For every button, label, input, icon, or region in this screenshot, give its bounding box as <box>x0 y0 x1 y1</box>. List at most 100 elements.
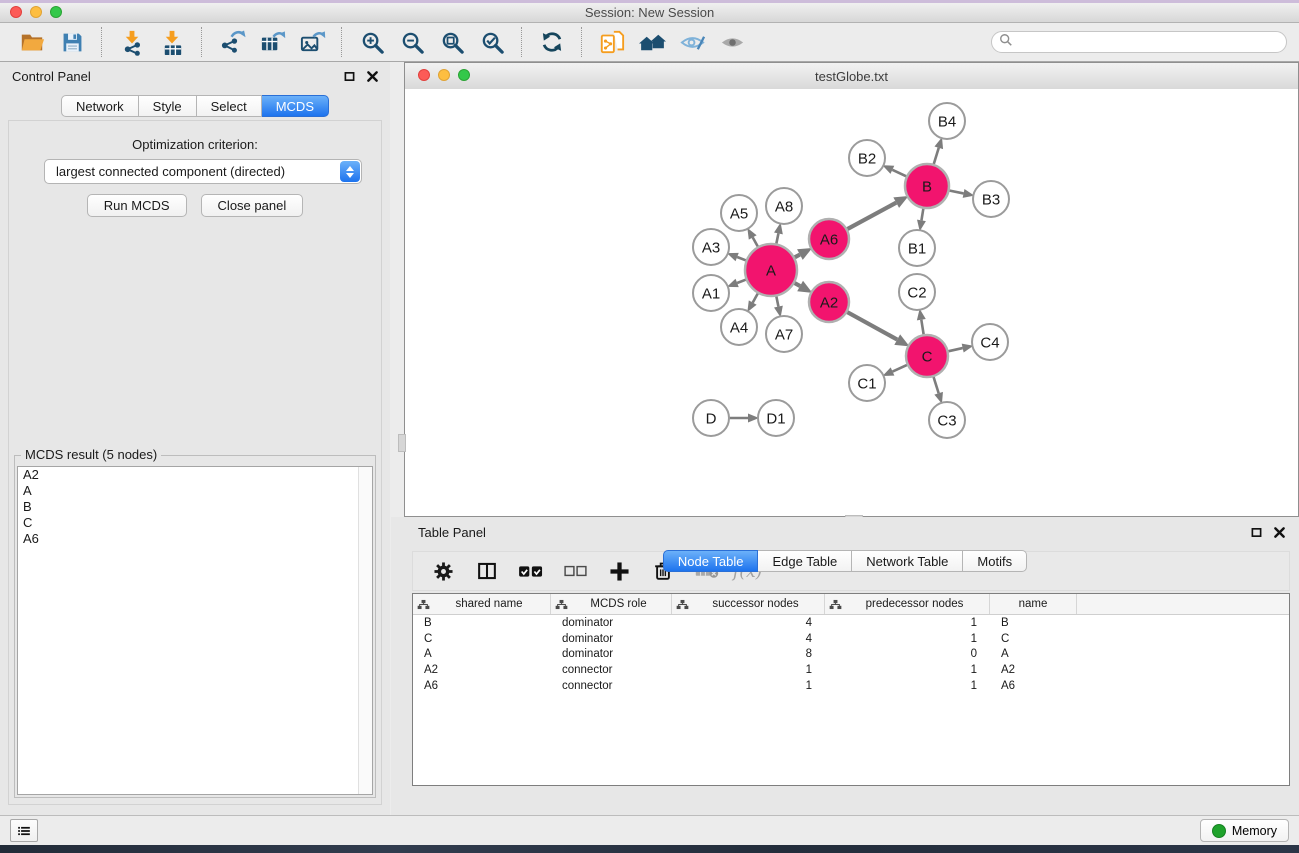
mcds-result-list[interactable]: A2ABCA6 <box>17 466 373 795</box>
edge-arrowhead-icon <box>882 165 894 174</box>
main-toolbar-groups <box>12 25 752 59</box>
network-canvas[interactable]: B4B2BB3A5A8A6B1A3AA1C2A2A4A7C4CC1C3DD1 <box>405 89 1298 516</box>
graph-node-label: C4 <box>980 334 999 351</box>
control-panel: Control Panel NetworkStyleSelectMCDS Opt… <box>0 62 390 815</box>
close-window-button[interactable] <box>10 6 22 18</box>
task-history-button[interactable] <box>10 819 38 842</box>
zoom-selected-icon[interactable] <box>472 25 512 59</box>
close-panel-icon[interactable] <box>367 71 378 82</box>
tab-network[interactable]: Network <box>61 95 139 117</box>
search-field[interactable] <box>991 31 1287 53</box>
memory-status-dot-icon <box>1212 824 1226 838</box>
result-list-item[interactable]: A <box>18 483 372 499</box>
result-list-scrollbar[interactable] <box>358 467 372 794</box>
graph-edge-A-A5[interactable] <box>753 237 759 247</box>
graph-edge-A-A4[interactable] <box>753 293 759 303</box>
zoom-window-button[interactable] <box>50 6 62 18</box>
graph-edge-C-C4[interactable] <box>947 348 962 351</box>
toolbar-separator <box>521 27 523 57</box>
search-input[interactable] <box>1018 34 1279 50</box>
toolbar-separator <box>201 27 203 57</box>
memory-button-label: Memory <box>1232 824 1277 838</box>
open-file-icon[interactable] <box>12 25 52 59</box>
table-panel: Table Panel f(x) shared nameMCDS rolesuc… <box>391 517 1299 815</box>
network-graph[interactable]: B4B2BB3A5A8A6B1A3AA1C2A2A4A7C4CC1C3DD1 <box>405 89 1298 516</box>
table-panel-tabs: Node TableEdge TableNetwork TableMotifs <box>391 550 1299 809</box>
export-network-icon[interactable] <box>212 25 252 59</box>
network-close-button[interactable] <box>418 69 430 81</box>
tab-mcds[interactable]: MCDS <box>262 95 329 117</box>
zoom-fit-icon[interactable] <box>432 25 472 59</box>
show-hide-eye-icon[interactable] <box>712 25 752 59</box>
graph-edge-C-C3[interactable] <box>933 376 938 393</box>
graph-node-label: D <box>706 410 717 427</box>
graph-node-label: B2 <box>858 150 876 167</box>
network-zoom-button[interactable] <box>458 69 470 81</box>
graph-node-label: B1 <box>908 240 926 257</box>
control-panel-header: Control Panel <box>0 62 390 90</box>
criterion-dropdown[interactable]: largest connected component (directed) <box>44 159 362 184</box>
result-list-item[interactable]: A2 <box>18 467 372 483</box>
run-mcds-button[interactable]: Run MCDS <box>87 194 187 217</box>
clone-network-icon[interactable] <box>592 25 632 59</box>
graph-edge-B-B3[interactable] <box>949 190 964 193</box>
mcds-result-groupbox: MCDS result (5 nodes) A2ABCA6 <box>14 455 376 798</box>
home-icon[interactable] <box>632 25 672 59</box>
graph-node-label: A6 <box>820 231 838 248</box>
graph-node-label: A8 <box>775 198 793 215</box>
tab-node-table[interactable]: Node Table <box>663 550 759 572</box>
network-minimize-button[interactable] <box>438 69 450 81</box>
graph-edge-B-B4[interactable] <box>933 148 938 165</box>
graph-edge-C-C2[interactable] <box>921 320 923 336</box>
graph-node-label: D1 <box>766 410 785 427</box>
network-traffic-lights <box>418 69 470 81</box>
graph-edge-A2-C[interactable] <box>847 312 898 340</box>
graph-edge-B-B1[interactable] <box>921 208 923 221</box>
toolbar-separator <box>581 27 583 57</box>
graph-edge-A-A3[interactable] <box>737 257 747 261</box>
tab-network-table[interactable]: Network Table <box>852 550 963 572</box>
edge-arrowhead-icon <box>727 279 739 287</box>
tab-style[interactable]: Style <box>139 95 197 117</box>
criterion-dropdown-value: largest connected component (directed) <box>45 164 340 179</box>
refresh-icon[interactable] <box>532 25 572 59</box>
import-network-icon[interactable] <box>112 25 152 59</box>
float-panel-icon[interactable] <box>1251 527 1262 538</box>
close-panel-button[interactable]: Close panel <box>201 194 304 217</box>
graph-edge-B-B2[interactable] <box>892 170 907 177</box>
graph-node-label: A4 <box>730 319 748 336</box>
graph-edge-A-A8[interactable] <box>776 233 778 244</box>
export-image-icon[interactable] <box>292 25 332 59</box>
graph-node-label: A3 <box>702 239 720 256</box>
graph-node-label: C3 <box>937 412 956 429</box>
export-table-icon[interactable] <box>252 25 292 59</box>
graph-edge-C-C1[interactable] <box>893 365 908 372</box>
save-session-icon[interactable] <box>52 25 92 59</box>
graph-node-label: A5 <box>730 205 748 222</box>
network-view-window: testGlobe.txt B4B2BB3A5A8A6B1A3AA1C2A2A4… <box>404 62 1299 517</box>
splitpane-handle-vertical[interactable] <box>398 434 406 452</box>
float-panel-icon[interactable] <box>344 71 355 82</box>
network-window-titlebar[interactable]: testGlobe.txt <box>405 63 1298 90</box>
tab-motifs[interactable]: Motifs <box>963 550 1027 572</box>
status-bar: Memory <box>0 815 1299 845</box>
graph-edge-A-A1[interactable] <box>737 279 747 283</box>
tab-select[interactable]: Select <box>197 95 262 117</box>
minimize-window-button[interactable] <box>30 6 42 18</box>
network-window-title: testGlobe.txt <box>815 69 888 84</box>
zoom-in-icon[interactable] <box>352 25 392 59</box>
mcds-tab-content: Optimization criterion: largest connecte… <box>8 120 382 805</box>
close-panel-icon[interactable] <box>1274 527 1285 538</box>
graph-edge-A6-B[interactable] <box>847 203 897 230</box>
import-table-icon[interactable] <box>152 25 192 59</box>
graph-node-label: B <box>922 178 932 195</box>
result-list-item[interactable]: A6 <box>18 531 372 547</box>
result-list-item[interactable]: C <box>18 515 372 531</box>
tab-edge-table[interactable]: Edge Table <box>758 550 852 572</box>
memory-button[interactable]: Memory <box>1200 819 1289 842</box>
result-list-item[interactable]: B <box>18 499 372 515</box>
toggle-details-icon[interactable] <box>672 25 712 59</box>
graph-edge-A-A7[interactable] <box>776 295 778 306</box>
zoom-out-icon[interactable] <box>392 25 432 59</box>
main-traffic-lights <box>10 6 62 18</box>
